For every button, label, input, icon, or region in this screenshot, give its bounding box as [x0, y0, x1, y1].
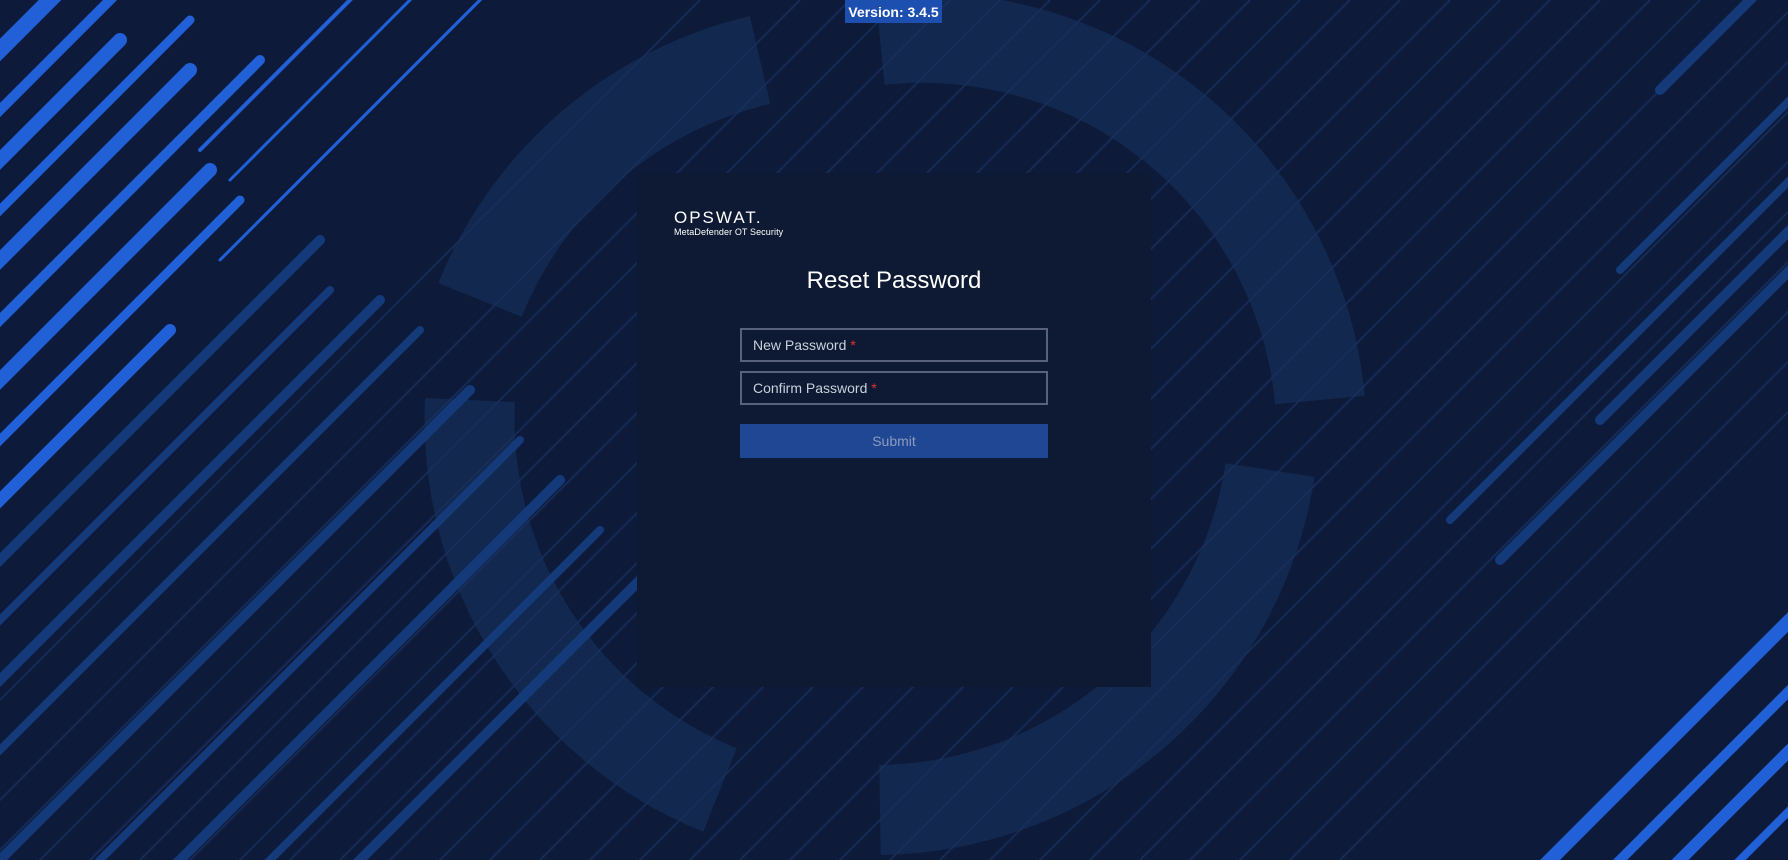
login-page: Version: 3.4.5 OPSWAT. MetaDefender OT S… [0, 0, 1788, 860]
confirm-password-field[interactable]: Confirm Password * [740, 371, 1048, 405]
brand-logo: OPSWAT. MetaDefender OT Security [674, 209, 783, 238]
reset-password-card: OPSWAT. MetaDefender OT Security Reset P… [637, 173, 1151, 687]
version-badge: Version: 3.4.5 [845, 0, 942, 23]
product-name: MetaDefender OT Security [674, 227, 784, 237]
page-title: Reset Password [806, 267, 982, 294]
new-password-field[interactable]: New Password * [740, 328, 1048, 362]
submit-button[interactable]: Submit [740, 424, 1048, 458]
opswat-logo: OPSWAT. [674, 208, 763, 227]
